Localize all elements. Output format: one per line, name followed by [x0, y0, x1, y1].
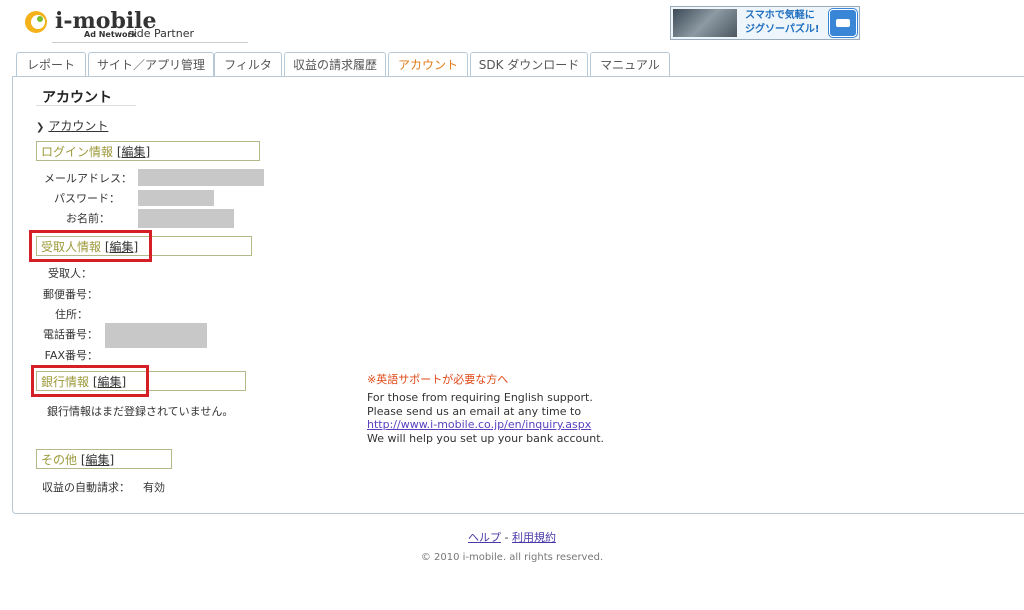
- fax-label: FAX番号：: [44, 349, 98, 362]
- auto-claim-value: 有効: [143, 481, 165, 494]
- login-info-section-header: ログイン情報 [編集]: [36, 141, 260, 161]
- logo-mark-icon: [25, 11, 47, 33]
- tab-sdk-download[interactable]: SDK ダウンロード: [470, 52, 588, 77]
- tab-manual[interactable]: マニュアル: [590, 52, 670, 77]
- password-value-redacted: [138, 190, 214, 206]
- phone-label: 電話番号：: [43, 328, 98, 341]
- tab-revenue-history[interactable]: 収益の請求履歴: [284, 52, 386, 77]
- bank-not-registered-message: 銀行情報はまだ登録されていません。: [47, 405, 234, 418]
- other-title: その他: [41, 453, 78, 467]
- footer-links: ヘルプ - 利用規約: [0, 529, 1024, 545]
- login-edit-link[interactable]: [編集]: [117, 145, 150, 159]
- email-label: メールアドレス：: [44, 172, 132, 185]
- english-support-line2: Please send us an email at any time to: [367, 404, 582, 418]
- other-edit-link[interactable]: [編集]: [81, 453, 114, 467]
- name-label: お名前：: [66, 212, 110, 225]
- english-inquiry-link[interactable]: http://www.i-mobile.co.jp/en/inquiry.asp…: [367, 418, 591, 431]
- banner-text-line2: ジグソーパズル!: [745, 24, 820, 35]
- page-title: アカウント: [42, 90, 112, 106]
- i-mobile-logo[interactable]: i-mobile Ad Network side Partner: [22, 8, 248, 44]
- header-divider: [52, 42, 248, 43]
- english-support-heading: ※英語サポートが必要な方へ: [367, 373, 509, 386]
- banner-text-line1: スマホで気軽に: [745, 10, 815, 21]
- chevron-right-icon: ❯: [36, 122, 45, 133]
- bank-highlight-box: [31, 365, 149, 397]
- password-label: パスワード：: [54, 192, 120, 205]
- footer-separator: -: [504, 531, 509, 544]
- payee-highlight-box: [29, 230, 152, 262]
- english-support-line1: For those from requiring English support…: [367, 391, 593, 404]
- banner-image: [673, 9, 737, 37]
- name-value-redacted: [138, 209, 234, 228]
- puzzle-ad-banner[interactable]: スマホで気軽に ジグソーパズル!: [670, 6, 860, 40]
- auto-claim-label: 収益の自動請求：: [42, 481, 130, 494]
- banner-text: スマホで気軽に ジグソーパズル!: [745, 9, 819, 37]
- tab-filter[interactable]: フィルタ: [214, 52, 282, 77]
- other-section-header: その他 [編集]: [36, 449, 172, 469]
- help-link[interactable]: ヘルプ: [468, 531, 501, 544]
- tab-report[interactable]: レポート: [16, 52, 86, 77]
- english-support-body: For those from requiring English support…: [367, 391, 667, 445]
- address-label: 住所：: [55, 308, 88, 321]
- login-info-title: ログイン情報: [41, 145, 114, 159]
- logo-partner-label: side Partner: [128, 27, 195, 40]
- tab-site-app[interactable]: サイト／アプリ管理: [88, 52, 214, 77]
- copyright: © 2010 i-mobile. all rights reserved.: [420, 552, 604, 563]
- breadcrumb: ❯ アカウント: [36, 117, 108, 134]
- email-value-redacted: [138, 169, 264, 186]
- breadcrumb-account-link[interactable]: アカウント: [48, 119, 108, 133]
- tab-account[interactable]: アカウント: [388, 52, 468, 77]
- terms-link[interactable]: 利用規約: [512, 531, 556, 544]
- payee-label: 受取人：: [48, 267, 92, 280]
- postal-code-label: 郵便番号：: [43, 288, 98, 301]
- banner-app-icon: [829, 9, 857, 37]
- title-divider: [36, 105, 136, 106]
- english-support-line3: We will help you set up your bank accoun…: [367, 431, 605, 445]
- phone-value-redacted: [105, 323, 207, 348]
